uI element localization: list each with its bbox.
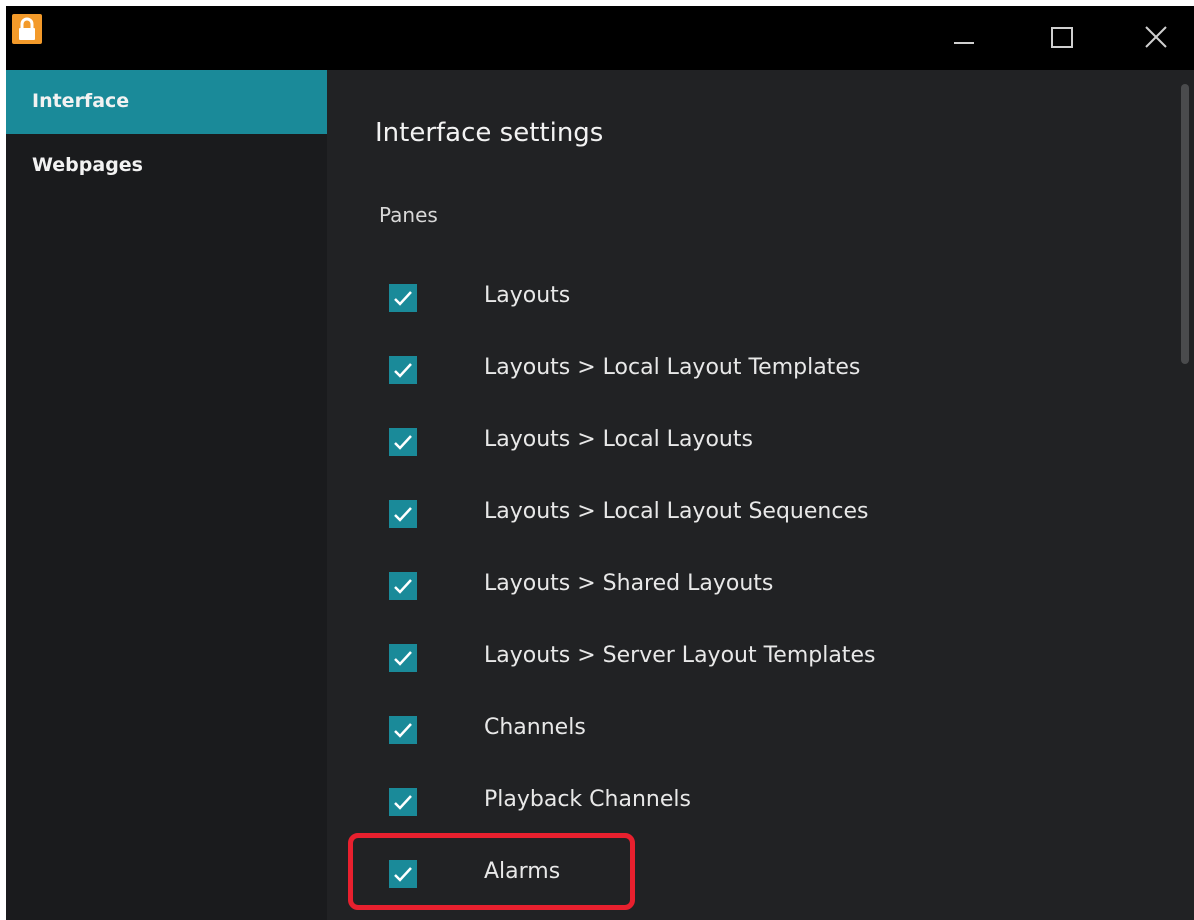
option-local-layouts[interactable]: Layouts > Local Layouts <box>383 421 1083 461</box>
checkmark-icon <box>394 291 412 306</box>
sidebar-item-webpages[interactable]: Webpages <box>6 134 327 198</box>
option-label: Layouts > Server Layout Templates <box>484 643 876 668</box>
checkmark-icon <box>394 579 412 594</box>
close-icon <box>1145 26 1167 48</box>
checkmark-icon <box>394 651 412 666</box>
checkbox-checked[interactable] <box>389 500 417 528</box>
checkmark-icon <box>394 795 412 810</box>
option-local-layout-sequences[interactable]: Layouts > Local Layout Sequences <box>383 493 1083 533</box>
checkbox-checked[interactable] <box>389 788 417 816</box>
settings-window: Interface Webpages Interface settings Pa… <box>6 6 1194 920</box>
checkbox-checked[interactable] <box>389 428 417 456</box>
checkbox-checked[interactable] <box>389 356 417 384</box>
page-title: Interface settings <box>375 118 604 148</box>
checkbox-checked[interactable] <box>389 572 417 600</box>
option-label: Layouts > Shared Layouts <box>484 571 774 596</box>
option-channels[interactable]: Channels <box>383 709 1083 749</box>
checkbox-checked[interactable] <box>389 284 417 312</box>
option-shared-layouts[interactable]: Layouts > Shared Layouts <box>383 565 1083 605</box>
sidebar: Interface Webpages <box>6 70 327 920</box>
option-label: Channels <box>484 715 586 740</box>
settings-panel: Interface settings Panes Layouts Layouts… <box>327 70 1194 920</box>
option-label: Layouts > Local Layout Templates <box>484 355 861 380</box>
checkbox-checked[interactable] <box>389 716 417 744</box>
close-button[interactable] <box>1136 20 1176 54</box>
title-bar <box>6 6 1194 70</box>
option-layouts[interactable]: Layouts <box>383 277 1083 317</box>
option-label: Layouts <box>484 283 571 308</box>
checkmark-icon <box>394 363 412 378</box>
sidebar-item-label: Webpages <box>32 154 143 176</box>
option-label: Layouts > Local Layout Sequences <box>484 499 869 524</box>
checkmark-icon <box>394 507 412 522</box>
option-label: Playback Channels <box>484 787 691 812</box>
option-playback-channels[interactable]: Playback Channels <box>383 781 1083 821</box>
maximize-button[interactable] <box>1042 20 1082 54</box>
sidebar-item-interface[interactable]: Interface <box>6 70 327 134</box>
lock-icon <box>12 14 42 44</box>
checkbox-checked[interactable] <box>389 644 417 672</box>
option-label: Layouts > Local Layouts <box>484 427 753 452</box>
minimize-button[interactable] <box>944 20 984 54</box>
maximize-icon <box>1051 27 1073 48</box>
option-server-layout-templates[interactable]: Layouts > Server Layout Templates <box>383 637 1083 677</box>
option-local-layout-templates[interactable]: Layouts > Local Layout Templates <box>383 349 1083 389</box>
minimize-icon <box>954 42 974 44</box>
checkmark-icon <box>394 723 412 738</box>
sidebar-item-label: Interface <box>32 90 130 112</box>
vertical-scrollbar[interactable] <box>1181 84 1189 364</box>
annotation-highlight-box <box>348 833 635 910</box>
section-heading-panes: Panes <box>379 203 438 227</box>
checkmark-icon <box>394 435 412 450</box>
